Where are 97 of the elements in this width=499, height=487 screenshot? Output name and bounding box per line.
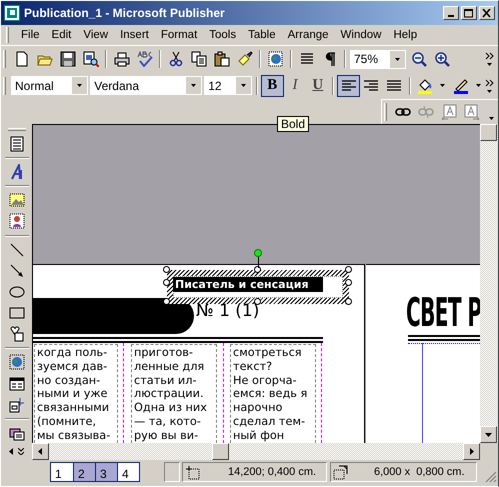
- previous-page-icon[interactable]: [9, 448, 13, 455]
- minimize-icon: [448, 15, 454, 17]
- menu-item[interactable]: Edit: [46, 29, 78, 41]
- preview-icon: [82, 51, 98, 67]
- rectangle-icon: [8, 305, 24, 322]
- scroll-left-button[interactable]: [32, 443, 49, 460]
- insert-object-icon: [8, 396, 24, 413]
- oval-icon: [8, 284, 24, 300]
- style-value: Normal: [14, 78, 54, 92]
- zoom-in-icon: [434, 51, 450, 67]
- scissors-icon: [168, 51, 184, 67]
- scroll-down-button[interactable]: [480, 426, 497, 443]
- copy-icon: [190, 51, 206, 67]
- dropdown-caret-icon[interactable]: [476, 84, 482, 87]
- size-icon: [333, 464, 348, 480]
- arrow-icon: [485, 431, 492, 438]
- tooltip: Bold: [277, 116, 310, 132]
- scroll-thumb[interactable]: [480, 124, 497, 141]
- menu-item[interactable]: Table: [242, 29, 282, 41]
- page-tab[interactable]: 2: [73, 463, 95, 481]
- font-value: Verdana: [94, 78, 139, 92]
- spelling-icon: [136, 51, 152, 67]
- justify-icon: [386, 78, 402, 94]
- resize-handle[interactable]: [254, 266, 261, 273]
- resize-grip-icon[interactable]: [485, 471, 497, 483]
- arrow-icon: [468, 448, 475, 455]
- dropdown-caret-icon[interactable]: [191, 84, 196, 87]
- new-document-icon: [14, 51, 30, 67]
- menu-item[interactable]: Insert: [114, 29, 155, 41]
- rotate-handle[interactable]: [254, 249, 262, 257]
- issue-number: № 1 (1): [196, 301, 260, 321]
- menu-item[interactable]: Tools: [203, 29, 242, 41]
- font-dropdown[interactable]: Verdana: [90, 76, 202, 95]
- align-left-icon: [340, 78, 357, 94]
- paste-icon: [214, 51, 230, 67]
- form-icon: [8, 376, 24, 392]
- dropdown-caret-icon[interactable]: [440, 84, 446, 87]
- maximize-icon: [464, 8, 474, 18]
- dropdown-caret-icon[interactable]: [77, 84, 82, 87]
- page-tab[interactable]: 3: [95, 463, 117, 481]
- app-icon: [4, 5, 20, 21]
- menu-item[interactable]: Help: [387, 29, 424, 41]
- wordart-icon: [8, 164, 24, 180]
- resize-handle[interactable]: [254, 298, 261, 305]
- zoom-value: 75%: [354, 52, 378, 66]
- line-icon: [8, 242, 24, 258]
- shapes-icon: [8, 326, 24, 342]
- position-icon: [185, 464, 200, 480]
- more-buttons-icon[interactable]: [485, 78, 494, 92]
- close-button[interactable]: [479, 6, 495, 20]
- zoom-dropdown[interactable]: 75%: [350, 50, 406, 68]
- align-right-icon: [363, 78, 380, 94]
- brush-icon: [236, 51, 252, 67]
- clip-art-icon: [8, 213, 24, 230]
- masthead-title: СВЕТ Р: [406, 292, 480, 336]
- underline-button[interactable]: U: [306, 74, 330, 96]
- more-pages-icon[interactable]: [18, 448, 24, 455]
- style-dropdown[interactable]: Normal: [10, 76, 88, 95]
- web-preview-icon: [268, 51, 284, 67]
- print-icon: [114, 51, 130, 67]
- broken-link-icon: [418, 104, 434, 120]
- save-icon: [60, 51, 76, 67]
- zoom-out-icon: [410, 51, 426, 67]
- globe-icon: [8, 354, 24, 370]
- resize-handle[interactable]: [345, 298, 352, 305]
- page-tab[interactable]: 4: [117, 463, 139, 481]
- arrow-icon: [37, 448, 44, 455]
- status-pane: [164, 462, 180, 482]
- arrow-icon: [8, 262, 24, 279]
- fill-color-icon: [416, 78, 433, 94]
- menu-item[interactable]: Format: [154, 29, 204, 41]
- scroll-thumb[interactable]: [212, 443, 229, 460]
- minimize-button[interactable]: [443, 6, 459, 20]
- maximize-button[interactable]: [461, 6, 477, 20]
- menu-item[interactable]: Arrange: [282, 29, 335, 41]
- size-readout: 6,000 x 0,800 cm.: [374, 466, 464, 478]
- italic-button[interactable]: I: [284, 74, 306, 96]
- page-tab[interactable]: 1: [51, 463, 73, 481]
- dropdown-caret-icon[interactable]: [489, 116, 494, 120]
- font-size-value: 12: [208, 78, 222, 92]
- headline-text: Писатель и сенсация: [173, 277, 323, 292]
- bold-button[interactable]: B: [260, 74, 284, 96]
- menu-item[interactable]: Window: [334, 29, 388, 41]
- font-size-dropdown[interactable]: 12: [204, 76, 252, 95]
- align-left-button[interactable]: [337, 74, 360, 96]
- dropdown-caret-icon[interactable]: [395, 58, 400, 60]
- picture-frame-icon: [8, 192, 24, 208]
- menu-item[interactable]: File: [15, 29, 46, 41]
- more-buttons-icon[interactable]: [485, 52, 494, 66]
- menu-item[interactable]: View: [77, 29, 114, 41]
- position-readout: 14,200; 0,400 cm.: [228, 466, 316, 478]
- line-color-icon: [452, 78, 469, 94]
- text-box-icon: [8, 136, 24, 152]
- dropdown-caret-icon[interactable]: [240, 84, 246, 87]
- window-title: Publication_1 - Microsoft Publisher: [24, 6, 226, 20]
- close-icon: [482, 8, 492, 18]
- scroll-right-button[interactable]: [463, 443, 480, 460]
